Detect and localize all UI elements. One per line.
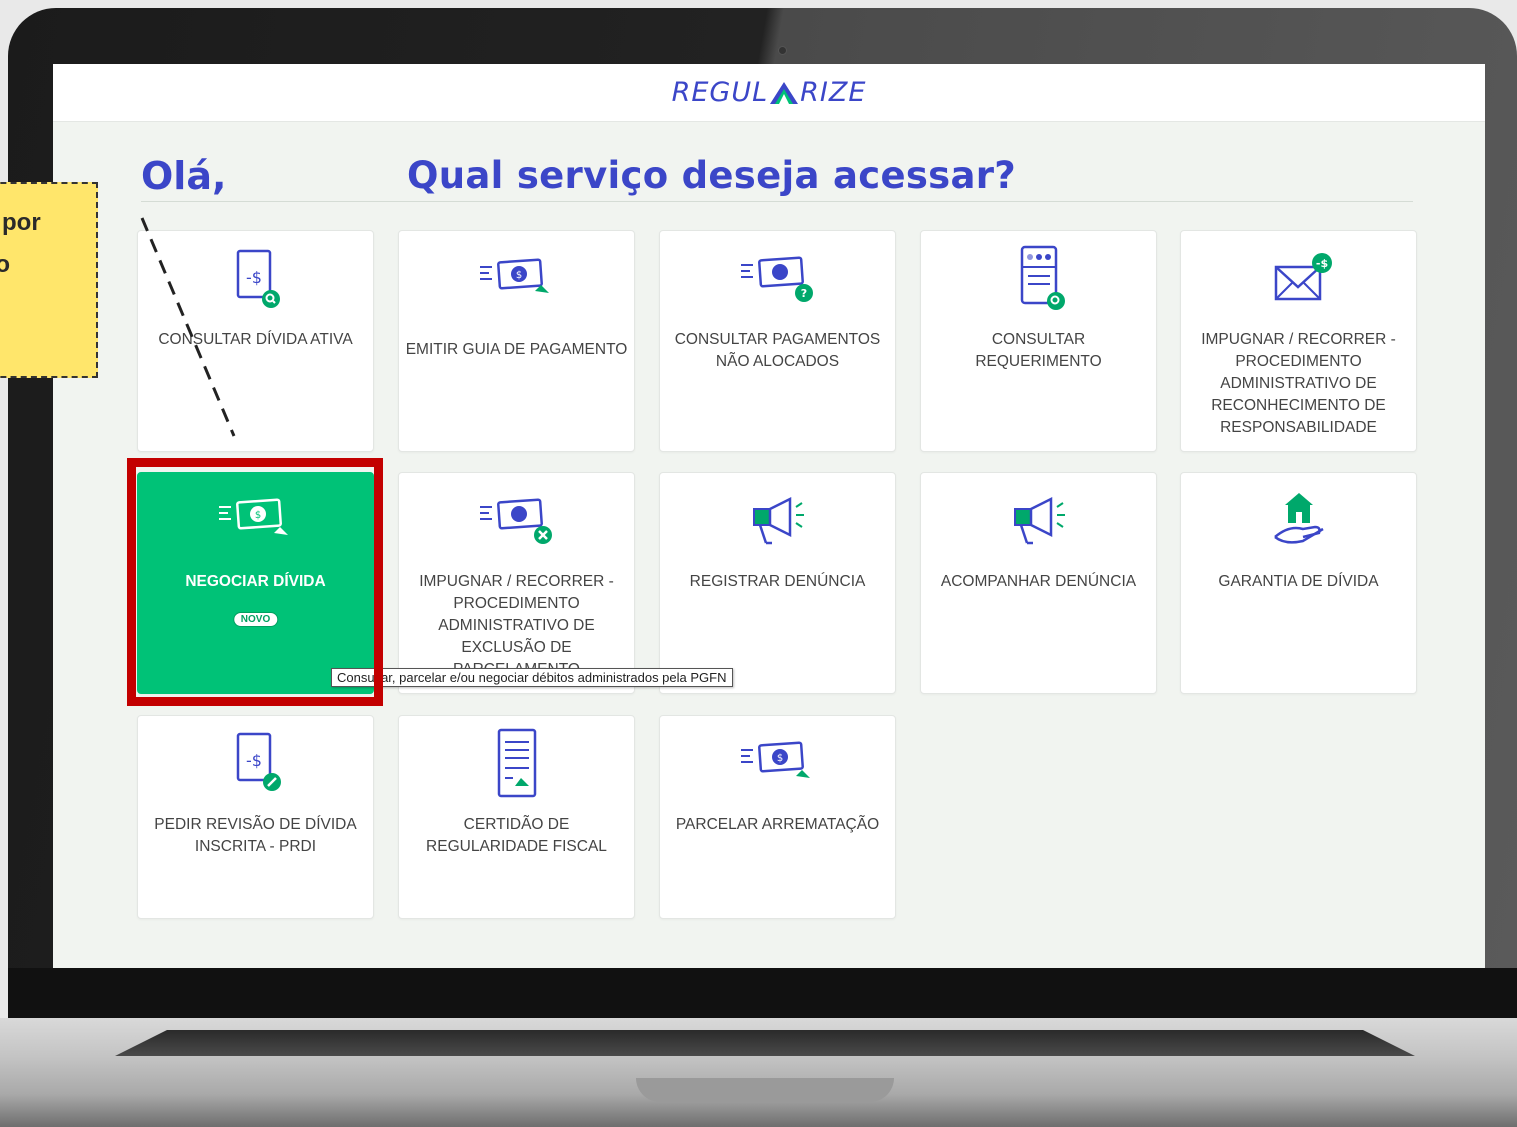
service-card-acompanhar-denuncia[interactable]: ACOMPANHAR DENÚNCIA xyxy=(920,472,1157,694)
dollar-doc-edit-icon: -$ xyxy=(236,732,281,791)
camera-dot xyxy=(778,46,787,55)
megaphone-icon xyxy=(1013,496,1065,545)
envelope-money-icon: -$ xyxy=(1274,253,1332,301)
card-label: PARCELAR ARREMATAÇÃO xyxy=(675,816,880,833)
money-bills-check-icon: $ xyxy=(740,741,810,778)
laptop-notch xyxy=(636,1078,894,1102)
card-label: CONSULTAR DÍVIDA ATIVA xyxy=(158,331,353,348)
service-card-pedir-revisao[interactable]: -$ PEDIR REVISÃO DE DÍVIDA INSCRITA - PR… xyxy=(137,715,374,919)
svg-text:?: ? xyxy=(800,287,806,300)
service-card-impugnar-reconhecimento[interactable]: -$ IMPUGNAR / RECORRER - PROCEDIMENTO AD… xyxy=(1180,230,1417,452)
top-bar: REGUL RIZE xyxy=(53,64,1485,122)
greeting: Olá, xyxy=(141,154,227,198)
megaphone-icon xyxy=(752,496,804,545)
note-line-2: , o xyxy=(0,251,10,278)
svg-text:-$: -$ xyxy=(246,751,262,770)
card-label: REGISTRAR DENÚNCIA xyxy=(689,573,866,590)
service-card-certidao[interactable]: CERTIDÃO DE REGULARIDADE FISCAL xyxy=(398,715,635,919)
service-card-consultar-divida[interactable]: -$ CONSULTAR DÍVIDA ATIVA xyxy=(137,230,374,452)
dollar-doc-search-icon: -$ xyxy=(236,249,280,308)
money-bill-remove-icon xyxy=(479,498,552,544)
service-card-registrar-denuncia[interactable]: REGISTRAR DENÚNCIA xyxy=(659,472,896,694)
service-card-pagamentos-nao-alocados[interactable]: ? CONSULTAR PAGAMENTOS NÃO ALOCADOS xyxy=(659,230,896,452)
page-heading: Olá, Qual serviço deseja acessar? xyxy=(141,154,1413,202)
svg-text:-$: -$ xyxy=(246,268,262,287)
card-label: GARANTIA DE DÍVIDA xyxy=(1218,573,1379,590)
money-bill-question-icon: ? xyxy=(740,256,813,302)
certificate-doc-icon xyxy=(497,728,536,798)
annotation-note: é por , o xyxy=(0,182,98,378)
logo-text-left: REGUL xyxy=(671,77,769,108)
card-label: ACOMPANHAR DENÚNCIA xyxy=(940,573,1137,590)
logo-mountain-icon xyxy=(770,81,799,104)
service-card-consultar-requerimento[interactable]: CONSULTAR REQUERIMENTO xyxy=(920,230,1157,452)
card-label: CONSULTAR REQUERIMENTO xyxy=(975,331,1102,370)
service-card-garantia-divida[interactable]: GARANTIA DE DÍVIDA xyxy=(1180,472,1417,694)
svg-text:$: $ xyxy=(776,753,782,764)
note-line-1: é por xyxy=(0,209,41,236)
card-label: CERTIDÃO DE REGULARIDADE FISCAL xyxy=(426,816,607,855)
card-label: IMPUGNAR / RECORRER - PROCEDIMENTO ADMIN… xyxy=(419,573,614,678)
svg-text:-$: -$ xyxy=(1315,257,1327,270)
card-label: PEDIR REVISÃO DE DÍVIDA INSCRITA - PRDI xyxy=(154,816,357,855)
laptop-chin xyxy=(8,968,1517,1018)
svg-text:$: $ xyxy=(515,270,521,281)
service-card-emitir-guia[interactable]: $ EMITIR GUIA DE PAGAMENTO xyxy=(398,230,635,452)
page-title: Qual serviço deseja acessar? xyxy=(407,154,1017,197)
tooltip: Consultar, parcelar e/ou negociar débito… xyxy=(331,668,733,687)
card-label: IMPUGNAR / RECORRER - PROCEDIMENTO ADMIN… xyxy=(1201,331,1396,436)
money-bills-check-icon: $ xyxy=(479,258,549,293)
document-search-icon xyxy=(1020,245,1065,310)
logo-text-right: RIZE xyxy=(800,77,867,108)
regularize-logo[interactable]: REGUL RIZE xyxy=(672,77,867,108)
card-label: CONSULTAR PAGAMENTOS NÃO ALOCADOS xyxy=(674,331,881,370)
card-label: EMITIR GUIA DE PAGAMENTO xyxy=(405,341,628,358)
service-card-parcelar-arrematacao[interactable]: $ PARCELAR ARREMATAÇÃO xyxy=(659,715,896,919)
hand-house-icon xyxy=(1273,493,1324,544)
service-card-impugnar-exclusao[interactable]: IMPUGNAR / RECORRER - PROCEDIMENTO ADMIN… xyxy=(398,472,635,694)
highlight-box xyxy=(127,458,383,706)
laptop-hinge xyxy=(115,1030,1415,1056)
